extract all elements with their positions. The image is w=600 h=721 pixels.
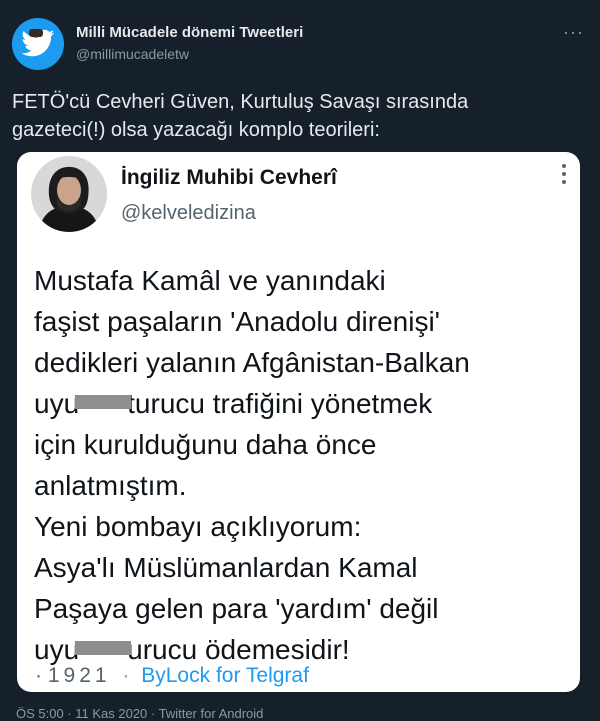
tweet-line: Paşaya gelen para 'yardım' değil <box>34 593 439 624</box>
tweet-text: FETÖ'cü Cevheri Güven, Kurtuluş Savaşı s… <box>12 88 582 144</box>
more-options-icon[interactable]: ··· <box>563 22 584 43</box>
tweet-line: faşist paşaların 'Anadolu direnişi' <box>34 306 441 337</box>
tweet-line: Mustafa Kamâl ve yanındaki <box>34 265 386 296</box>
account-handle[interactable]: @millimucadeletw <box>76 46 189 62</box>
separator-dot: · <box>35 664 42 687</box>
tweet-line: anlatmıştım. <box>34 470 187 501</box>
tweet-line: Asya'lı Müslümanlardan Kamal <box>34 552 418 583</box>
tweet-source-link[interactable]: ByLock for Telgraf <box>141 664 309 687</box>
quoted-tweet-footer: · 1921 · ByLock for Telgraf <box>35 664 309 688</box>
tweet-text-line: FETÖ'cü Cevheri Güven, Kurtuluş Savaşı s… <box>12 91 469 113</box>
tweet-text-line: gazeteci(!) olsa yazacağı komplo teorile… <box>12 119 380 141</box>
separator-dot: · <box>122 664 130 687</box>
quoted-tweet-image[interactable]: İngiliz Muhibi Cevherî @kelveledizina Mu… <box>17 152 580 692</box>
hat-icon <box>29 29 43 37</box>
line-segment: turucu trafiğini yönetmek <box>127 388 433 419</box>
quoted-tweet-text: Mustafa Kamâl ve yanındaki faşist paşala… <box>34 260 574 670</box>
avatar[interactable] <box>31 156 107 232</box>
line-segment: uyu <box>34 634 80 665</box>
censor-bar <box>75 640 132 655</box>
tweet-line: için kurulduğunu daha önce <box>34 429 377 460</box>
line-segment: urucu ödemesidir! <box>127 634 350 665</box>
avatar[interactable] <box>12 18 64 70</box>
tweet-header: Milli Mücadele dönemi Tweetleri @millimu… <box>12 14 588 74</box>
vertical-dots-icon[interactable] <box>560 164 568 188</box>
tweet-timestamp[interactable]: ÖS 5:00 · 11 Kas 2020 · Twitter for Andr… <box>16 706 263 721</box>
quoted-account-name[interactable]: İngiliz Muhibi Cevherî <box>121 166 337 190</box>
tweet-year: 1921 <box>47 664 111 687</box>
tweet-line: uyu turucu trafiğini yönetmek <box>34 383 574 424</box>
tweet-line: Yeni bombayı açıklıyorum: <box>34 511 362 542</box>
tweet-line: dedikleri yalanın Afgânistan-Balkan <box>34 347 470 378</box>
censor-bar <box>75 394 132 409</box>
account-name[interactable]: Milli Mücadele dönemi Tweetleri <box>76 24 303 41</box>
quoted-account-handle[interactable]: @kelveledizina <box>121 202 256 225</box>
line-segment: uyu <box>34 388 80 419</box>
person-photo-icon <box>31 156 107 232</box>
